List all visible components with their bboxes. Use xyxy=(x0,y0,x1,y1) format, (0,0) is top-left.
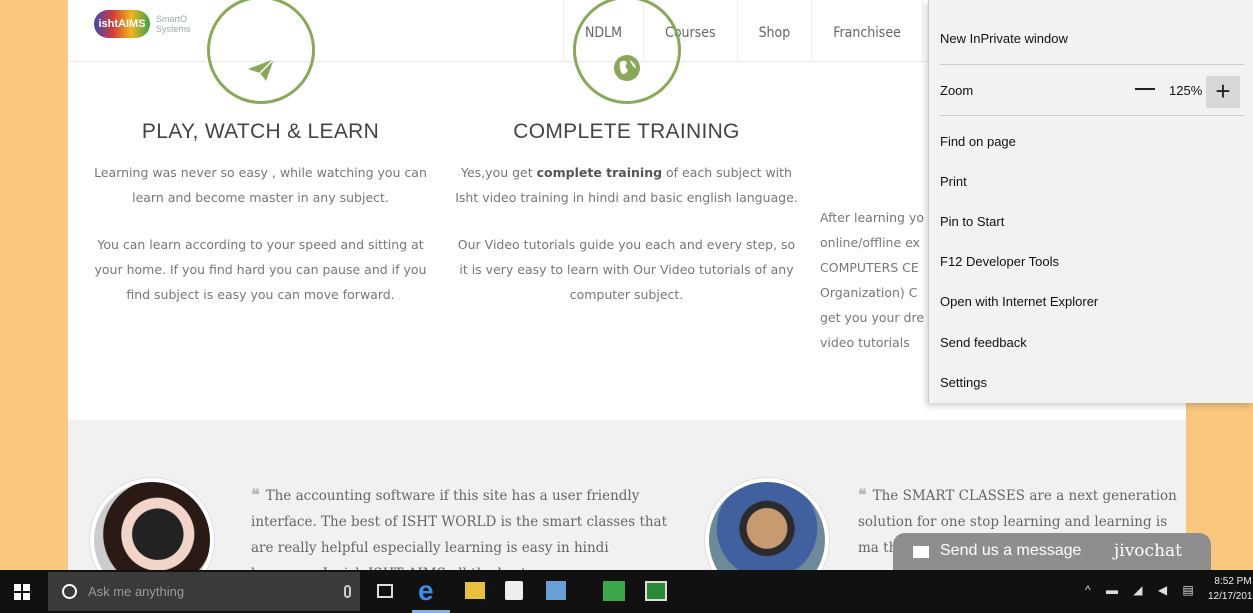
feature-text: Our Video tutorials guide you each and e… xyxy=(457,237,796,302)
menu-send-feedback[interactable]: Send feedback xyxy=(940,335,1027,350)
testimonial-avatar xyxy=(90,478,214,570)
taskbar-search-box[interactable]: Ask me anything xyxy=(48,572,360,611)
feature-text: Learning was never so easy , while watch… xyxy=(94,165,427,205)
chat-label: Send us a message xyxy=(940,542,1082,559)
testimonial-text: The accounting software if this site has… xyxy=(251,488,668,570)
menu-pin-to-start[interactable]: Pin to Start xyxy=(940,214,1004,229)
clock-date: 12/17/2015 xyxy=(1208,591,1253,602)
logo-mark: ishtAIMS xyxy=(94,10,150,38)
globe-icon xyxy=(613,55,640,81)
testimonial-avatar xyxy=(705,478,829,570)
app-icon[interactable] xyxy=(546,581,566,600)
feature-play-watch-learn: PLAY, WATCH & LEARN Learning was never s… xyxy=(88,0,433,307)
taskbar-clock[interactable]: 8:52 PM 12/17/2015 xyxy=(1208,574,1253,604)
search-placeholder: Ask me anything xyxy=(88,584,185,599)
zoom-in-button[interactable]: + xyxy=(1206,76,1240,108)
menu-print[interactable]: Print xyxy=(940,174,967,189)
task-view-icon[interactable] xyxy=(377,584,393,598)
feature-title: PLAY, WATCH & LEARN xyxy=(141,120,380,143)
quote-icon: ❝ xyxy=(251,485,260,504)
chat-brand: jivochat xyxy=(1114,541,1182,561)
cortana-icon xyxy=(62,584,77,599)
feature-complete-training: COMPLETE TRAINING Yes,you get complete t… xyxy=(454,0,799,307)
feature-circle xyxy=(572,0,681,104)
logo-text: SmartO Systems xyxy=(156,14,191,34)
menu-divider xyxy=(940,64,1244,65)
site-logo[interactable]: ishtAIMS SmartO Systems xyxy=(94,10,191,38)
system-tray[interactable]: ^ ▬ ◢ ◀ ▤ xyxy=(1085,583,1200,597)
menu-find-on-page[interactable]: Find on page xyxy=(940,134,1016,149)
feature-circle xyxy=(206,0,315,104)
zoom-out-button[interactable] xyxy=(1135,88,1155,90)
testimonial-quote: ❝ The accounting software if this site ha… xyxy=(251,482,676,570)
feature-text: Yes,you get complete training of each su… xyxy=(454,160,799,210)
edge-icon[interactable]: e xyxy=(418,577,444,605)
camtasia-icon[interactable] xyxy=(603,581,625,601)
file-explorer-icon[interactable] xyxy=(465,582,485,599)
menu-zoom: Zoom xyxy=(940,83,974,98)
browser-more-menu: New InPrivate window Zoom 125% + Find on… xyxy=(928,0,1253,403)
menu-new-inprivate-window[interactable]: New InPrivate window xyxy=(940,31,1068,46)
feature-text-part: Yes,you get xyxy=(461,165,537,180)
feature-text: You can learn according to your speed an… xyxy=(94,237,427,302)
quote-icon: ❝ xyxy=(858,485,867,504)
clock-time: 8:52 PM xyxy=(1214,576,1252,587)
store-icon[interactable] xyxy=(505,581,523,600)
feature-text: After learning yo online/offline ex COMP… xyxy=(820,210,925,350)
menu-settings[interactable]: Settings xyxy=(940,375,987,390)
windows-taskbar: Ask me anything e ^ ▬ ◢ ◀ ▤ 8:52 PM 12/1… xyxy=(0,570,1253,613)
menu-open-with-ie[interactable]: Open with Internet Explorer xyxy=(940,294,1098,309)
envelope-icon xyxy=(913,546,929,558)
chat-widget[interactable]: Send us a message jivochat xyxy=(893,533,1211,573)
menu-divider xyxy=(940,115,1244,116)
windows-start-icon[interactable] xyxy=(14,584,30,600)
feature-title: COMPLETE TRAINING xyxy=(513,120,740,143)
menu-f12-developer-tools[interactable]: F12 Developer Tools xyxy=(940,254,1059,269)
paper-plane-icon xyxy=(247,58,275,81)
camtasia-recorder-icon[interactable] xyxy=(645,581,667,601)
microphone-icon[interactable] xyxy=(344,585,351,598)
feature-bold: complete training xyxy=(536,165,663,180)
zoom-level: 125% xyxy=(1169,83,1203,98)
